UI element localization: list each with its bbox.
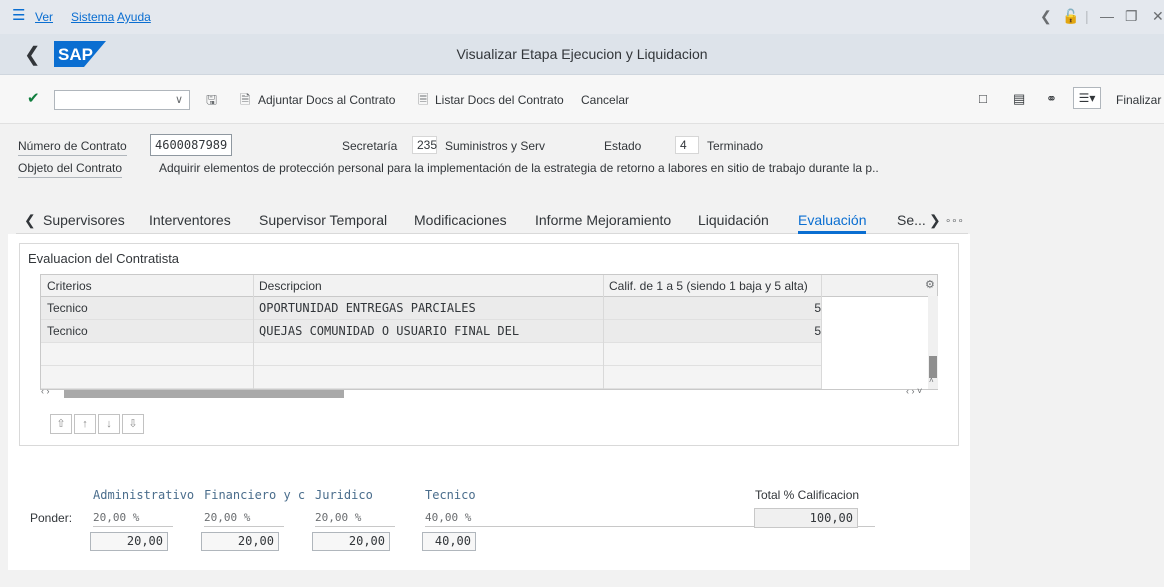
total-calificacion-field: 100,00 (754, 508, 858, 528)
window-icon[interactable]: ▤ (1013, 91, 1025, 107)
move-up-icon[interactable]: ↑ (74, 414, 96, 434)
tab-liquidacion[interactable]: Liquidación (698, 212, 769, 228)
ponder-cat-tecnico: Tecnico (425, 488, 476, 502)
vertical-scrollbar[interactable]: ˄ (928, 296, 938, 389)
evaluation-group-title: Evaluacion del Contratista (28, 251, 180, 266)
tab-informe-mejoramiento[interactable]: Informe Mejoramiento (535, 212, 671, 228)
numero-contrato-field[interactable]: 4600087989 (150, 134, 232, 156)
horizontal-scroll-thumb[interactable] (64, 390, 344, 398)
move-bottom-icon[interactable]: ⇩ (122, 414, 144, 434)
save-icon[interactable]: 🖫 (206, 91, 217, 113)
ponder-pct-financiero: 20,00 % (204, 511, 284, 527)
table-row-2-calif[interactable]: 5 (603, 320, 821, 343)
attach-doc-icon: 🗎 (240, 92, 251, 107)
ponder-value-tecnico[interactable]: 40,00 (422, 532, 476, 551)
ponder-label: Ponder: (30, 511, 73, 525)
finalizar-button[interactable]: Finalizar (1116, 93, 1161, 107)
hamburger-menu-icon[interactable]: ☰ (12, 8, 26, 23)
ponder-value-financiero[interactable]: 20,00 (201, 532, 279, 551)
scroll-up-icon[interactable]: ˄ (929, 376, 934, 385)
table-row-1-criterio[interactable]: Tecnico (41, 297, 253, 320)
layout-icon[interactable]: □ (979, 91, 987, 106)
scroll-left-right-icon[interactable]: ‹ › (41, 386, 50, 396)
ponder-cat-administrativo: Administrativo (93, 488, 195, 502)
minimize-icon[interactable]: — (1100, 8, 1114, 24)
numero-contrato-label: Número de Contrato (18, 139, 127, 156)
table-row-empty (41, 343, 821, 366)
link-icon[interactable]: ⚭ (1046, 91, 1057, 107)
menu-sistema[interactable]: Sistema (71, 10, 114, 24)
command-field[interactable]: ∨ (54, 90, 190, 110)
estado-text: Terminado (707, 139, 764, 153)
row-2-calif-value: 5 (814, 324, 821, 338)
ponder-cat-financiero: Financiero y c (204, 488, 306, 502)
objeto-contrato-value: Adquirir elementos de protección persona… (159, 161, 879, 175)
evaluation-table: Criterios Descripcion Calif. de 1 a 5 (s… (40, 274, 938, 390)
adjuntar-docs-button[interactable]: Adjuntar Docs al Contrato (258, 93, 395, 107)
table-row-empty (41, 366, 821, 389)
secretaria-text: Suministros y Serv (445, 139, 546, 153)
secretaria-code-field: 235 (412, 136, 437, 154)
tab-supervisor-temporal[interactable]: Supervisor Temporal (259, 212, 387, 228)
vertical-scroll-thumb[interactable] (929, 356, 937, 378)
scroll-right-icon[interactable]: ‹ › ˅ (906, 386, 922, 396)
chevron-down-icon[interactable]: ∨ (175, 93, 183, 106)
col-header-descripcion[interactable]: Descripcion (253, 275, 603, 297)
tab-interventores[interactable]: Interventores (149, 212, 231, 228)
table-row-1-descripcion[interactable]: OPORTUNIDAD ENTREGAS PARCIALES (253, 297, 603, 320)
estado-code-field: 4 (675, 136, 699, 154)
tab-scroll-left-icon[interactable]: ❮ (24, 212, 36, 229)
menu-ayuda[interactable]: Ayuda (117, 10, 151, 24)
table-row-2-criterio[interactable]: Tecnico (41, 320, 253, 343)
toolbar: ✔ ∨ 🖫 🗎 Adjuntar Docs al Contrato 🗏 List… (0, 75, 1164, 124)
window-title: Visualizar Etapa Ejecucion y Liquidacion (456, 46, 708, 62)
tab-supervisores[interactable]: Supervisores (43, 212, 125, 228)
col-separator (603, 275, 604, 389)
ponder-pct-juridico: 20,00 % (315, 511, 395, 527)
accept-check-icon[interactable]: ✔ (27, 89, 40, 107)
col-header-criterios[interactable]: Criterios (41, 275, 253, 297)
ponder-pct-tecnico: 40,00 % (425, 511, 505, 527)
tab-se[interactable]: Se... (897, 212, 926, 228)
close-icon[interactable]: ✕ (1152, 8, 1164, 25)
horizontal-scrollbar[interactable]: ‹ › ‹ › ˅ (40, 386, 938, 399)
col-separator (253, 275, 254, 389)
ponder-cat-juridico: Juridico (315, 488, 373, 502)
objeto-contrato-label: Objeto del Contrato (18, 161, 123, 178)
tab-scroll-right-icon[interactable]: ❯ (929, 212, 941, 229)
secretaria-label: Secretaría (342, 139, 398, 153)
cancelar-button[interactable]: Cancelar (581, 93, 629, 107)
tab-modificaciones[interactable]: Modificaciones (414, 212, 507, 228)
ponder-value-administrativo[interactable]: 20,00 (90, 532, 168, 551)
ponder-pct-administrativo: 20,00 % (93, 511, 173, 527)
estado-label: Estado (604, 139, 642, 153)
row-1-calif-value: 5 (814, 301, 821, 315)
tab-evaluacion[interactable]: Evaluación (798, 212, 867, 228)
menu-bar: ☰ Ver Sistema Ayuda ❮ 🔓 | — ❐ ✕ (0, 0, 1164, 35)
list-docs-icon: 🗏 (418, 92, 429, 107)
title-bar: ❮ SAP Visualizar Etapa Ejecucion y Liqui… (0, 34, 1164, 75)
col-header-empty (821, 275, 937, 297)
separator-icon: | (1085, 8, 1089, 24)
more-options-icon[interactable]: ☰▾ (1073, 87, 1101, 109)
move-top-icon[interactable]: ⇧ (50, 414, 72, 434)
chevron-left-icon[interactable]: ❮ (1040, 8, 1052, 25)
move-down-icon[interactable]: ↓ (98, 414, 120, 434)
unlock-icon[interactable]: 🔓 (1062, 8, 1079, 25)
menu-ver[interactable]: Ver (35, 10, 53, 24)
table-row-1-calif[interactable]: 5 (603, 297, 821, 320)
ponder-value-juridico[interactable]: 20,00 (312, 532, 390, 551)
col-header-calif[interactable]: Calif. de 1 a 5 (siendo 1 baja y 5 alta) (603, 275, 821, 297)
tab-overflow-icon[interactable]: ∘∘∘ (945, 216, 964, 227)
listar-docs-button[interactable]: Listar Docs del Contrato (435, 93, 564, 107)
total-calificacion-label: Total % Calificacion (755, 488, 860, 502)
table-row-2-descripcion[interactable]: QUEJAS COMUNIDAD O USUARIO FINAL DEL BIE… (253, 320, 603, 361)
table-settings-gear-icon[interactable]: ⚙ (925, 278, 935, 291)
col-separator (821, 275, 822, 389)
restore-window-icon[interactable]: ❐ (1125, 8, 1138, 25)
